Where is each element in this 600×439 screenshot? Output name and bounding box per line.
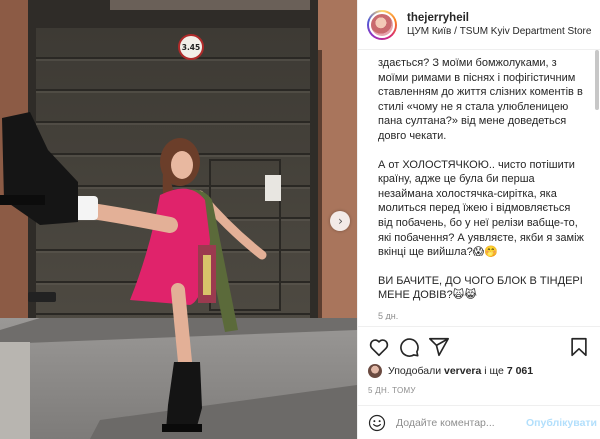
likes-count[interactable]: 7 061 — [507, 365, 533, 377]
avatar-image — [369, 11, 395, 38]
bookmark-icon — [571, 337, 587, 356]
comment-icon — [400, 337, 419, 357]
comment-button[interactable] — [398, 336, 420, 358]
likes-middle: і ще — [481, 365, 507, 377]
post-photo[interactable]: 3.45 › — [0, 0, 357, 439]
post-side-panel: thejerryheil ЦУМ Київ / TSUM Kyiv Depart… — [357, 0, 600, 439]
caption-paragraph: ВИ БАЧИТЕ, ДО ЧОГО БЛОК В ТІНДЕРІ МЕНЕ Д… — [378, 274, 583, 302]
door-sign: 3.45 — [178, 34, 204, 60]
caption-date: 5 дн. — [378, 310, 399, 320]
liker-avatar[interactable] — [368, 364, 382, 378]
next-photo-button[interactable]: › — [330, 211, 350, 231]
caption-scrollbar[interactable] — [595, 50, 599, 110]
avatar[interactable] — [367, 9, 397, 40]
save-button[interactable] — [568, 336, 590, 358]
smiley-icon — [368, 414, 386, 431]
chevron-right-icon: › — [338, 214, 343, 228]
location-link[interactable]: ЦУМ Київ / TSUM Kyiv Department Store — [407, 26, 591, 37]
publish-button[interactable]: Опублікувати — [526, 417, 597, 429]
user-info: thejerryheil ЦУМ Київ / TSUM Kyiv Depart… — [407, 12, 591, 37]
action-bar — [358, 326, 600, 366]
comment-input[interactable] — [396, 416, 526, 429]
caption-area[interactable]: здається? З моїми бомжолуками, з моїми р… — [358, 50, 600, 320]
instagram-post: 3.45 › thejerryheil ЦУМ Київ / TSUM Kyiv… — [0, 0, 600, 439]
heart-icon — [369, 338, 389, 356]
caption-paragraph: А от ХОЛОСТЯЧКОЮ.. чисто потішити країну… — [378, 158, 584, 259]
photo-illustration — [0, 0, 357, 439]
post-timestamp[interactable]: 5 ДН. ТОМУ — [368, 386, 416, 395]
liker-username[interactable]: ververa — [444, 365, 481, 377]
caption-paragraph: здається? З моїми бомжолуками, з моїми р… — [378, 57, 583, 142]
paper-plane-icon — [429, 337, 449, 356]
emoji-button[interactable] — [368, 414, 386, 432]
username-link[interactable]: thejerryheil — [407, 12, 591, 24]
like-button[interactable] — [368, 336, 390, 358]
likes-summary: Уподобали ververa і ще 7 061 — [368, 364, 533, 378]
comment-bar: Опублікувати — [358, 405, 600, 439]
likes-prefix: Уподобали — [388, 365, 444, 377]
share-button[interactable] — [428, 336, 450, 358]
post-header: thejerryheil ЦУМ Київ / TSUM Kyiv Depart… — [358, 0, 600, 50]
